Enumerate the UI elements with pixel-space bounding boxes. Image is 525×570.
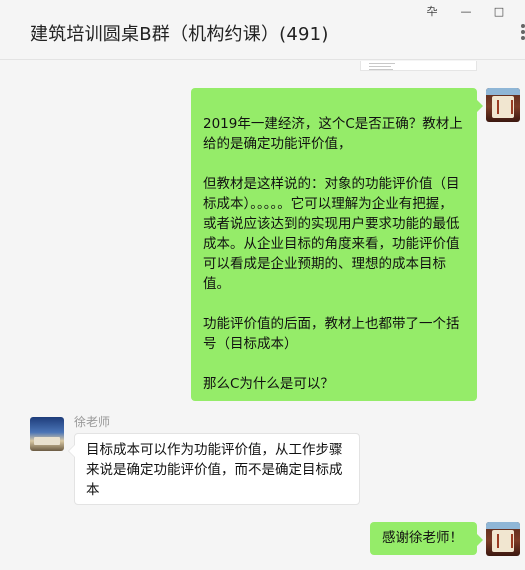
incoming-message-bubble[interactable]: 目标成本可以作为功能评价值，从工作步骤来说是确定功能评价值，而不是确定目标成本 xyxy=(68,433,360,505)
previous-message-thumbnail[interactable] xyxy=(360,61,477,71)
teacher-avatar[interactable] xyxy=(30,417,64,451)
pin-icon[interactable]: 卆 xyxy=(419,2,445,20)
more-icon[interactable] xyxy=(513,24,525,40)
sender-name: 徐老师 xyxy=(74,415,111,429)
message-paragraph: 2019年一建经济，这个C是否正确？教材上给的是确定功能评价值， xyxy=(203,116,463,152)
message-paragraph: 那么C为什么是可以？ xyxy=(203,376,334,392)
title-bar: 建筑培训圆桌B群（机构约课）(491) 卆 — □ xyxy=(0,0,525,60)
minimize-icon[interactable]: — xyxy=(453,2,479,20)
message-paragraph: 功能评价值的后面，教材上也都带了一个括号（目标成本） xyxy=(203,316,460,352)
maximize-icon[interactable]: □ xyxy=(486,2,512,20)
message-text: 目标成本可以作为功能评价值，从工作步骤来说是确定功能评价值，而不是确定目标成本 xyxy=(86,442,343,498)
chat-title: 建筑培训圆桌B群（机构约课）(491) xyxy=(30,24,329,45)
outgoing-message-bubble[interactable]: 感谢徐老师！ xyxy=(370,522,483,555)
message-paragraph: 但教材是这样说的：对象的功能评价值（目标成本）。。。。。它可以理解为企业有把握，… xyxy=(203,176,460,292)
outgoing-message-bubble[interactable]: 2019年一建经济，这个C是否正确？教材上给的是确定功能评价值， 但教材是这样说… xyxy=(191,88,483,401)
self-avatar[interactable] xyxy=(486,88,520,122)
self-avatar[interactable] xyxy=(486,522,520,556)
message-text: 感谢徐老师！ xyxy=(382,530,463,546)
